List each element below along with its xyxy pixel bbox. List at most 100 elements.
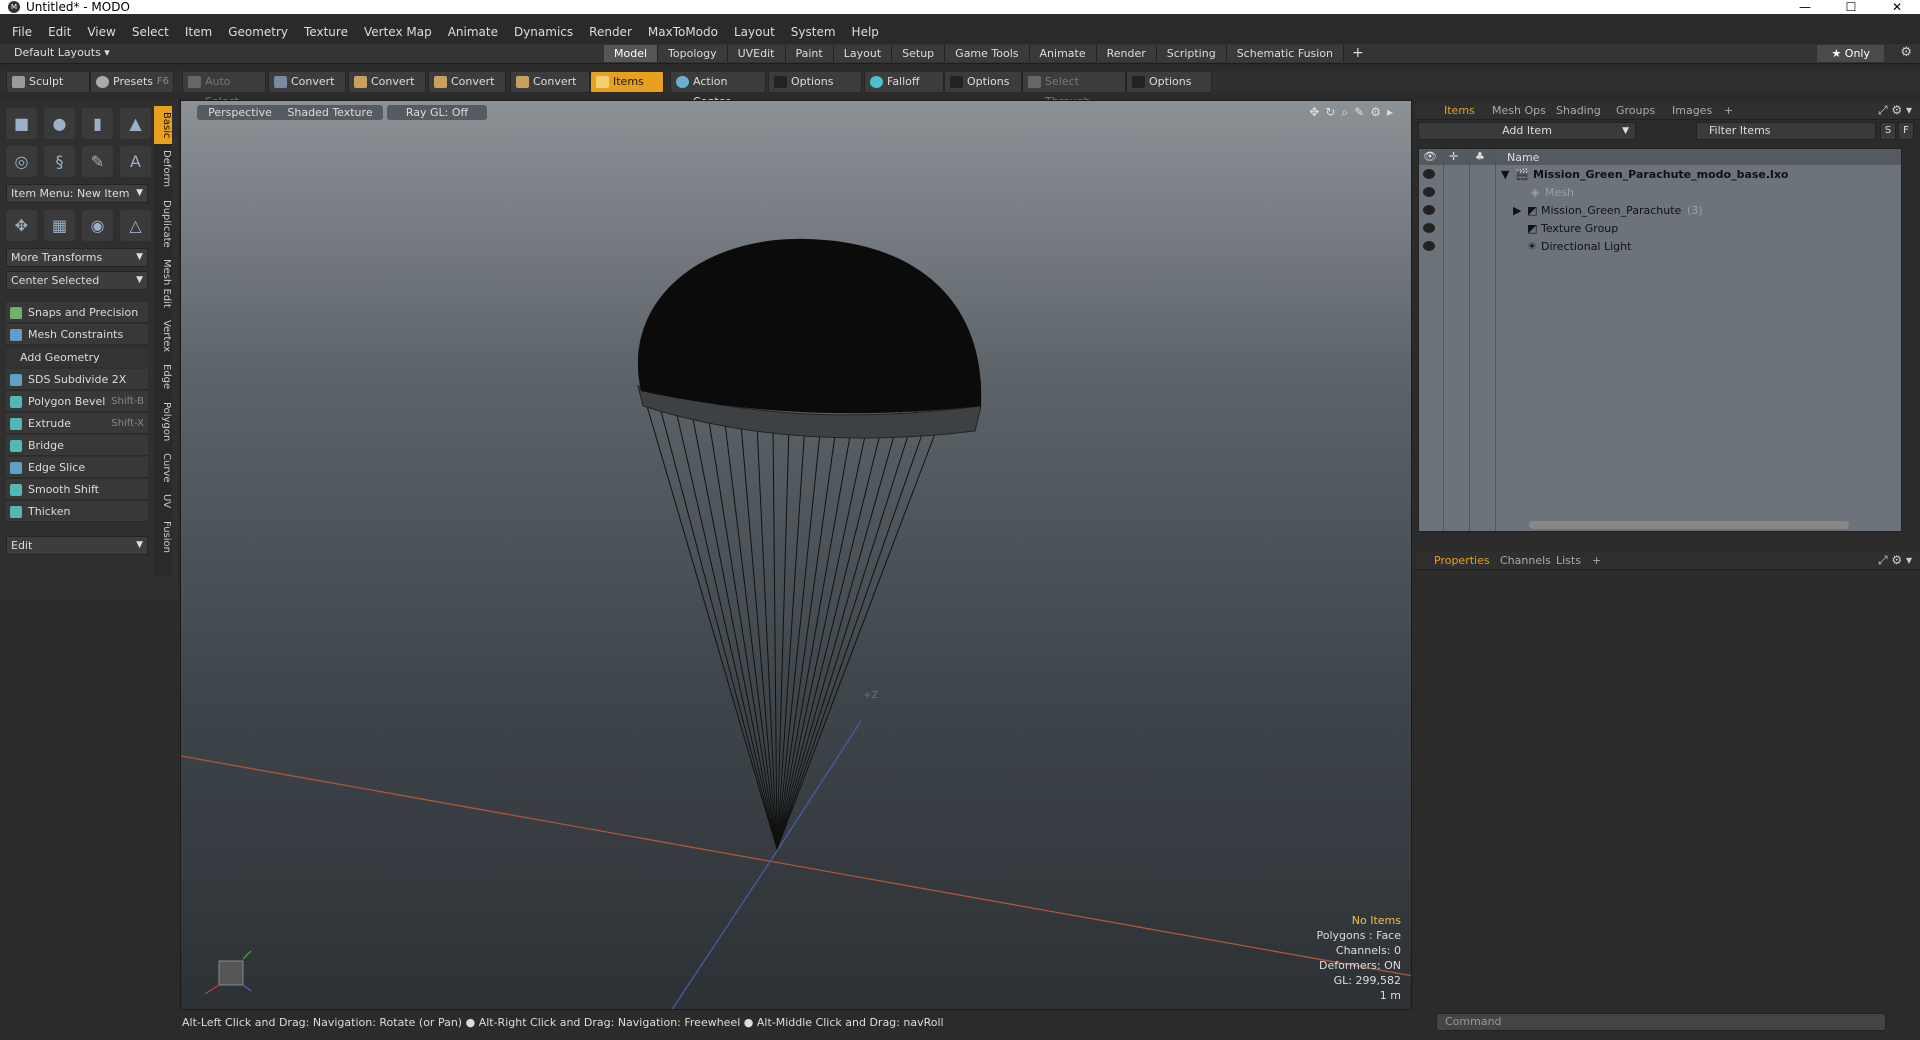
menu-dynamics[interactable]: Dynamics	[506, 25, 581, 39]
item-row-parachute[interactable]: ▶ ◩ Mission_Green_Parachute (3)	[1419, 202, 1901, 220]
tab-shading[interactable]: Shading	[1556, 104, 1601, 117]
sds-subdivide-button[interactable]: SDS Subdivide 2X	[6, 369, 148, 390]
menu-geometry[interactable]: Geometry	[220, 25, 296, 39]
f-button[interactable]: F	[1898, 122, 1914, 140]
tab-layout[interactable]: Layout	[833, 45, 893, 62]
sphere-icon[interactable]: ●	[44, 108, 75, 139]
vtab-fusion[interactable]: Fusion	[154, 515, 172, 559]
horizontal-scrollbar[interactable]	[1529, 521, 1849, 529]
menu-texture[interactable]: Texture	[296, 25, 356, 39]
cylinder-icon[interactable]: ▮	[82, 108, 113, 139]
vtab-uv[interactable]: UV	[154, 488, 172, 514]
vtab-duplicate[interactable]: Duplicate	[154, 194, 172, 254]
default-layouts-dropdown[interactable]: Default Layouts ▾	[14, 46, 110, 59]
vtab-curve[interactable]: Curve	[154, 447, 172, 489]
convert-button-1[interactable]: Convert	[268, 71, 346, 93]
edit-dropdown[interactable]: Edit ▼	[6, 536, 148, 555]
item-row-texture-group[interactable]: ◩ Texture Group	[1419, 220, 1901, 238]
close-button[interactable]: ✕	[1874, 0, 1920, 14]
item-row-mesh[interactable]: ◈ Mesh	[1419, 184, 1901, 202]
tab-model[interactable]: Model	[604, 45, 659, 62]
eye-icon[interactable]	[1423, 187, 1435, 197]
auto-select-button[interactable]: Auto Select	[182, 71, 266, 108]
minimize-button[interactable]: —	[1782, 0, 1828, 14]
polygon-bevel-button[interactable]: Polygon Bevel Shift-B	[6, 391, 148, 412]
vtab-vertex[interactable]: Vertex	[154, 314, 172, 358]
filter-items-input[interactable]: Filter Items	[1696, 122, 1876, 140]
menu-layout[interactable]: Layout	[726, 25, 783, 39]
text-icon[interactable]: A	[120, 146, 151, 177]
torus-icon[interactable]: ◎	[6, 146, 37, 177]
eye-icon[interactable]	[1423, 223, 1435, 233]
pyramid-icon[interactable]: △	[120, 210, 151, 241]
tab-setup[interactable]: Setup	[892, 45, 946, 62]
menu-render[interactable]: Render	[581, 25, 640, 39]
item-menu-dropdown[interactable]: Item Menu: New Item ▼	[6, 184, 148, 203]
cone-icon[interactable]: ▲	[120, 108, 151, 139]
thicken-button[interactable]: Thicken	[6, 501, 148, 522]
s-button[interactable]: S	[1880, 122, 1896, 140]
tab-schematic-fusion[interactable]: Schematic Fusion	[1226, 45, 1345, 62]
vtab-mesh-edit[interactable]: Mesh Edit	[154, 253, 172, 314]
center-selected-dropdown[interactable]: Center Selected ▼	[6, 271, 148, 290]
mesh-constraints-button[interactable]: Mesh Constraints	[6, 324, 148, 345]
add-geometry-section[interactable]: Add Geometry	[6, 348, 148, 367]
vtab-deform[interactable]: Deform	[154, 144, 172, 193]
presets-button[interactable]: Presets F6	[90, 71, 174, 93]
vtab-polygon[interactable]: Polygon	[154, 396, 172, 447]
menu-help[interactable]: Help	[844, 25, 887, 39]
select-through-button[interactable]: Select Through	[1022, 71, 1126, 108]
eye-icon[interactable]	[1423, 169, 1435, 179]
options-button-2[interactable]: Options	[944, 71, 1022, 93]
3d-viewport[interactable]: Perspective Shaded Texture Ray GL: Off ✥…	[180, 100, 1412, 1010]
panel-settings-icon[interactable]: ⤢ ⚙ ▾	[1878, 553, 1912, 568]
tab-game-tools[interactable]: Game Tools	[945, 45, 1030, 62]
pen-icon[interactable]: ✎	[82, 146, 113, 177]
options-button-3[interactable]: Options	[1126, 71, 1212, 93]
vtab-basic[interactable]: Basic	[154, 106, 172, 145]
menu-select[interactable]: Select	[124, 25, 177, 39]
gear-icon[interactable]: ⚙	[1900, 45, 1912, 60]
tab-render[interactable]: Render	[1096, 45, 1157, 62]
tab-properties[interactable]: Properties	[1434, 554, 1490, 567]
tab-topology[interactable]: Topology	[658, 45, 728, 62]
item-row-directional-light[interactable]: ☀ Directional Light	[1419, 238, 1901, 256]
convert-button-2[interactable]: Convert	[348, 71, 426, 93]
items-mode-button[interactable]: Items	[590, 71, 664, 93]
expand-arrow-icon[interactable]: ▶	[1513, 202, 1521, 220]
collapse-arrow-icon[interactable]: ▼	[1501, 166, 1509, 184]
falloff-button[interactable]: Falloff	[864, 71, 944, 93]
tab-channels[interactable]: Channels	[1500, 554, 1551, 567]
transform-icon[interactable]: ✥	[6, 210, 37, 241]
convert-button-4[interactable]: Convert	[510, 71, 590, 93]
add-item-button[interactable]: Add Item ▼	[1418, 122, 1636, 140]
tab-uvedit[interactable]: UVEdit	[727, 45, 786, 62]
menu-edit[interactable]: Edit	[40, 25, 79, 39]
globe-icon[interactable]: ◉	[82, 210, 113, 241]
menu-view[interactable]: View	[79, 25, 123, 39]
item-row-scene[interactable]: ▼ 🎬 Mission_Green_Parachute_modo_base.lx…	[1419, 166, 1901, 184]
add-tab-button[interactable]: +	[1344, 45, 1372, 62]
add-panel-tab-button[interactable]: +	[1724, 104, 1733, 117]
eye-icon[interactable]	[1423, 205, 1435, 215]
add-panel-tab-button[interactable]: +	[1592, 554, 1601, 567]
edge-slice-button[interactable]: Edge Slice	[6, 457, 148, 478]
options-button-1[interactable]: Options	[768, 71, 862, 93]
only-button[interactable]: ★ Only	[1817, 45, 1884, 62]
grid-icon[interactable]: ▦	[44, 210, 75, 241]
extrude-button[interactable]: Extrude Shift-X	[6, 413, 148, 434]
capsule-icon[interactable]: §	[44, 146, 75, 177]
smooth-shift-button[interactable]: Smooth Shift	[6, 479, 148, 500]
command-input[interactable]: Command	[1436, 1013, 1886, 1031]
tab-animate[interactable]: Animate	[1029, 45, 1097, 62]
menu-item[interactable]: Item	[177, 25, 220, 39]
menu-maxtomodo[interactable]: MaxToModo	[640, 25, 726, 39]
tab-mesh-ops[interactable]: Mesh Ops	[1492, 104, 1546, 117]
vtab-edge[interactable]: Edge	[154, 358, 172, 395]
panel-settings-icon[interactable]: ⤢ ⚙ ▾	[1878, 103, 1912, 118]
menu-animate[interactable]: Animate	[440, 25, 506, 39]
action-center-button[interactable]: Action Center	[670, 71, 766, 108]
menu-system[interactable]: System	[783, 25, 844, 39]
cube-icon[interactable]: ■	[6, 108, 37, 139]
eye-icon[interactable]	[1423, 241, 1435, 251]
